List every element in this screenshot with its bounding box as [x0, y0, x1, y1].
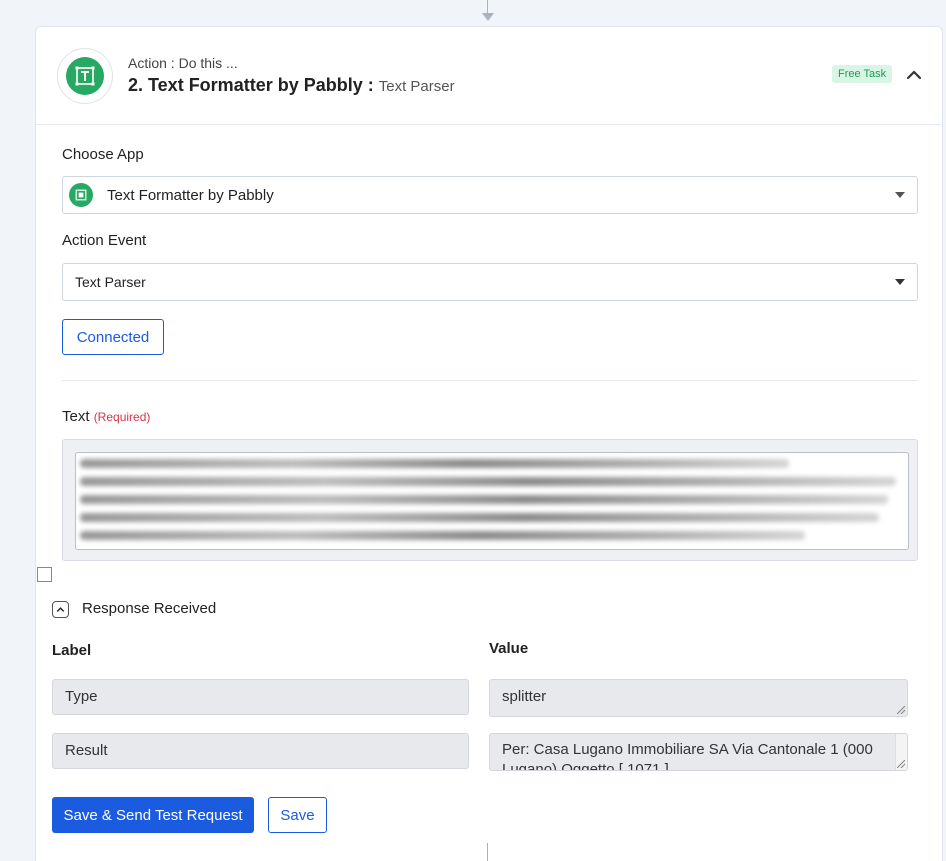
action-event-value: Text Parser	[75, 274, 146, 290]
text-input[interactable]	[75, 452, 909, 550]
response-toggle[interactable]	[52, 601, 69, 618]
app-logo-ring	[57, 48, 113, 104]
chevron-up-icon	[56, 607, 65, 612]
resize-handle-icon[interactable]	[897, 760, 905, 768]
action-event-select[interactable]: Text Parser	[62, 263, 918, 301]
section-divider	[62, 380, 918, 381]
flow-arrow-icon	[482, 13, 494, 21]
chevron-up-icon[interactable]	[904, 65, 924, 85]
caret-down-icon	[895, 279, 905, 285]
choose-app-select[interactable]: Text Formatter by Pabbly	[62, 176, 918, 214]
text-label: Text	[62, 408, 90, 425]
redacted-line	[80, 459, 789, 468]
resize-handle-icon[interactable]	[897, 706, 905, 714]
choose-app-label: Choose App	[62, 146, 144, 163]
redacted-line	[80, 513, 880, 522]
save-button[interactable]: Save	[268, 797, 327, 833]
free-task-badge: Free Task	[832, 65, 893, 83]
step-checkbox[interactable]	[37, 567, 52, 582]
save-send-test-button[interactable]: Save & Send Test Request	[52, 797, 254, 833]
action-event-label: Action Event	[62, 232, 147, 249]
required-label: (Required)	[93, 410, 151, 424]
response-title: Response Received	[82, 600, 217, 617]
value-column-header: Value	[489, 640, 529, 657]
response-value-field[interactable]: Per: Casa Lugano Immobiliare SA Via Cant…	[489, 733, 908, 771]
action-step-card: Action : Do this ... 2. Text Formatter b…	[35, 26, 943, 861]
redacted-line	[80, 477, 896, 486]
card-header[interactable]: Action : Do this ... 2. Text Formatter b…	[36, 27, 942, 125]
caret-down-icon	[895, 192, 905, 198]
step-subtitle: Action : Do this ...	[128, 55, 238, 71]
text-field-label: Text (Required)	[62, 408, 150, 425]
text-field-container	[62, 439, 918, 561]
label-column-header: Label	[52, 642, 92, 659]
text-formatter-logo-icon	[66, 57, 104, 95]
step-title-app: 2. Text Formatter by Pabbly :	[128, 75, 374, 95]
step-title: 2. Text Formatter by Pabbly : Text Parse…	[128, 75, 455, 96]
redacted-line	[80, 531, 806, 540]
step-title-event: Text Parser	[378, 78, 455, 95]
response-label-field: Result	[52, 733, 469, 769]
flow-connector-bottom	[487, 843, 488, 861]
choose-app-value: Text Formatter by Pabbly	[107, 186, 274, 204]
connected-button[interactable]: Connected	[62, 319, 164, 355]
text-formatter-logo-icon	[69, 183, 93, 207]
redacted-line	[80, 495, 888, 504]
response-value-text: Per: Casa Lugano Immobiliare SA Via Cant…	[502, 741, 873, 771]
response-label-field: Type	[52, 679, 469, 715]
response-value-text: splitter	[502, 688, 547, 705]
response-value-field[interactable]: splitter	[489, 679, 908, 717]
